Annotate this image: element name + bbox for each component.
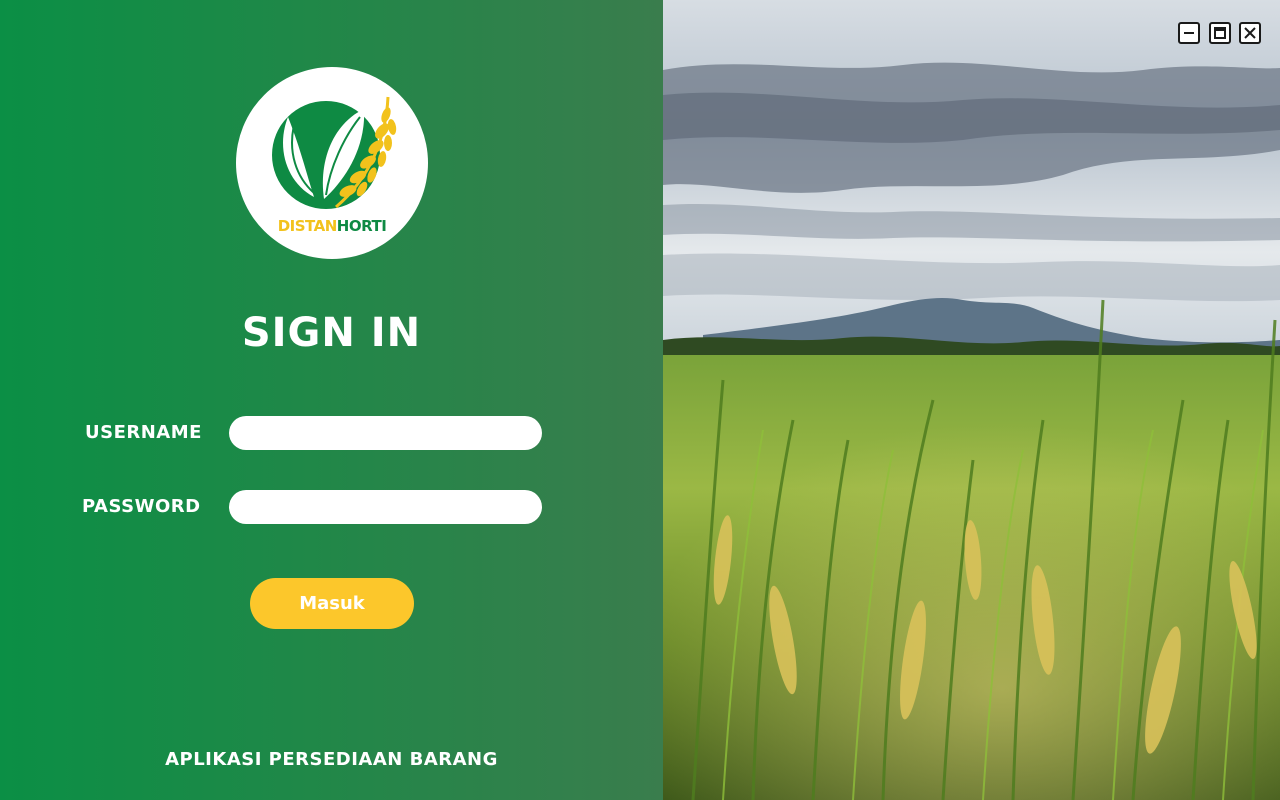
minimize-button[interactable] [1178, 22, 1200, 44]
minimize-icon [1184, 32, 1194, 34]
logo-text-distan: DISTAN [277, 217, 338, 235]
login-window: DISTANHORTI SIGN IN USERNAME PASSWORD Ma… [0, 0, 1280, 800]
window-controls [1178, 22, 1264, 44]
logo-text-horti: HORTI [336, 217, 387, 235]
login-panel: DISTANHORTI SIGN IN USERNAME PASSWORD Ma… [0, 0, 663, 800]
username-label: USERNAME [85, 422, 202, 443]
page-title: SIGN IN [241, 310, 422, 356]
app-footer-title: APLIKASI PERSEDIAAN BARANG [165, 749, 498, 770]
landscape-illustration [663, 0, 1280, 800]
login-button[interactable]: Masuk [250, 578, 414, 629]
close-icon [1244, 27, 1256, 39]
logo-wordmark: DISTANHORTI [236, 217, 428, 235]
rice-field-photo [663, 0, 1280, 800]
close-button[interactable] [1239, 22, 1261, 44]
app-logo: DISTANHORTI [236, 67, 428, 259]
password-label: PASSWORD [82, 496, 201, 517]
maximize-icon [1214, 27, 1226, 39]
maximize-button[interactable] [1209, 22, 1231, 44]
password-field[interactable] [229, 490, 542, 524]
username-field[interactable] [229, 416, 542, 450]
